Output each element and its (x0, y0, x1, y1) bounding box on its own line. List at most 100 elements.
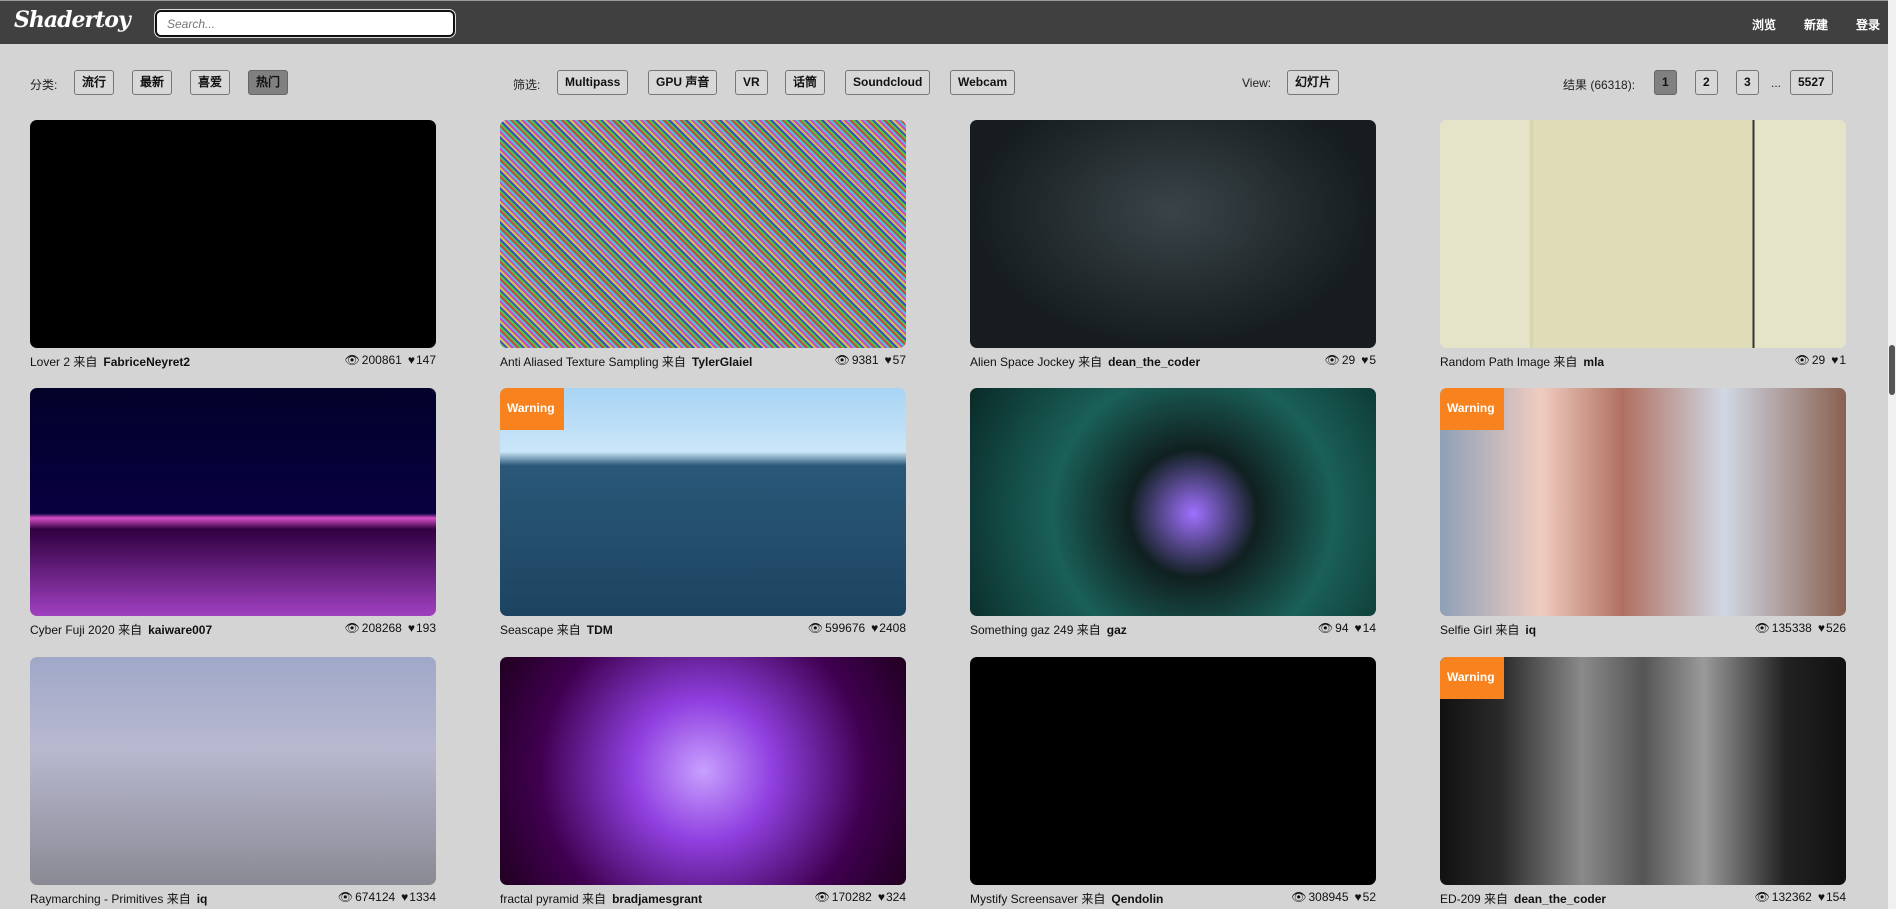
category-newest[interactable]: 最新 (132, 70, 173, 95)
by-label: 来自 (582, 892, 607, 906)
shader-author[interactable]: dean_the_coder (1108, 355, 1200, 369)
shader-thumbnail[interactable]: Warning (1440, 657, 1846, 885)
shader-thumbnail[interactable] (970, 657, 1376, 885)
filter-soundcloud[interactable]: Soundcloud (845, 70, 931, 95)
eye-icon: 👁 (814, 890, 830, 904)
view-count: 308945 (1308, 890, 1349, 904)
shader-author[interactable]: kaiware007 (148, 623, 212, 637)
shader-caption: Seascape 来自 TDM 👁 599676 ♥2408 (500, 619, 906, 639)
eye-icon: 👁 (1794, 353, 1810, 367)
category-love[interactable]: 喜爱 (190, 70, 231, 95)
eye-icon: 👁 (344, 353, 360, 367)
filter-vr[interactable]: VR (735, 70, 768, 95)
by-label: 来自 (556, 623, 581, 637)
scrollbar[interactable] (1888, 0, 1896, 909)
shader-card: Something gaz 249 来自 gaz 👁 94 ♥14 (970, 388, 1376, 639)
heart-icon: ♥ (1361, 353, 1369, 367)
shader-title[interactable]: ED-209 (1440, 892, 1481, 906)
filter-gpu-sound[interactable]: GPU 声音 (648, 70, 718, 95)
like-count: 154 (1825, 890, 1846, 904)
filter-microphone[interactable]: 话筒 (785, 70, 826, 95)
like-count: 57 (892, 353, 906, 367)
results-count: 结果 (66318): (1563, 78, 1636, 92)
shader-thumbnail[interactable] (30, 657, 436, 885)
like-count: 324 (885, 890, 906, 904)
like-count: 2408 (879, 621, 906, 635)
shader-title[interactable]: Seascape (500, 623, 553, 637)
page-2[interactable]: 2 (1695, 70, 1718, 95)
top-bar: Shadertoy 浏览 新建 登录 (0, 0, 1888, 44)
shader-thumbnail[interactable] (30, 120, 436, 348)
slideshow-button[interactable]: 幻灯片 (1287, 70, 1340, 95)
shader-title[interactable]: Something gaz 249 (970, 623, 1073, 637)
shader-thumbnail[interactable]: Warning (1440, 388, 1846, 616)
view-count: 29 (1811, 353, 1826, 367)
nav-browse[interactable]: 浏览 (1752, 16, 1776, 33)
category-popular[interactable]: 流行 (74, 70, 115, 95)
shader-author[interactable]: bradjamesgrant (612, 892, 702, 906)
shader-title[interactable]: Mystify Screensaver (970, 892, 1078, 906)
shader-caption: Lover 2 来自 FabriceNeyret2 👁 200861 ♥147 (30, 351, 436, 371)
shader-thumbnail[interactable] (500, 120, 906, 348)
eye-icon: 👁 (1317, 621, 1334, 635)
shader-author[interactable]: FabriceNeyret2 (103, 355, 190, 369)
category-hot[interactable]: 热门 (248, 70, 289, 95)
heart-icon: ♥ (1817, 890, 1825, 904)
shader-author[interactable]: mla (1583, 355, 1604, 369)
shader-author[interactable]: Qendolin (1111, 892, 1163, 906)
shader-thumbnail[interactable] (500, 657, 906, 885)
search-input[interactable] (154, 9, 456, 38)
shader-title[interactable]: Raymarching - Primitives (30, 892, 163, 906)
shader-title[interactable]: Random Path Image (1440, 355, 1550, 369)
heart-icon: ♥ (1817, 621, 1825, 635)
page-3[interactable]: 3 (1736, 70, 1759, 95)
shader-caption: Something gaz 249 来自 gaz 👁 94 ♥14 (970, 619, 1376, 639)
shader-thumbnail[interactable] (970, 120, 1376, 348)
like-count: 14 (1362, 621, 1376, 635)
shader-title[interactable]: Selfie Girl (1440, 623, 1492, 637)
shader-card: Warning Selfie Girl 来自 iq 👁 135338 ♥526 (1440, 388, 1846, 639)
shader-author[interactable]: TylerGlaiel (692, 355, 752, 369)
shader-thumbnail[interactable] (30, 388, 436, 616)
nav-new[interactable]: 新建 (1804, 16, 1828, 33)
shadertoy-logo[interactable]: Shadertoy (14, 7, 131, 33)
shader-card: Alien Space Jockey 来自 dean_the_coder 👁 29 ♥… (970, 120, 1376, 371)
shader-card: Mystify Screensaver 来自 Qendolin 👁 308945 ♥5… (970, 657, 1376, 908)
shader-author[interactable]: TDM (587, 623, 613, 637)
by-label: 来自 (1484, 892, 1509, 906)
heart-icon: ♥ (407, 621, 415, 635)
shader-author[interactable]: gaz (1107, 623, 1127, 637)
heart-icon: ♥ (407, 353, 415, 367)
shader-author[interactable]: iq (1525, 623, 1536, 637)
shader-author[interactable]: iq (197, 892, 208, 906)
shader-title[interactable]: Alien Space Jockey (970, 355, 1075, 369)
category-label: 分类: (30, 78, 58, 92)
shader-thumbnail[interactable] (1440, 120, 1846, 348)
shader-title[interactable]: fractal pyramid (500, 892, 579, 906)
eye-icon: 👁 (1324, 353, 1340, 367)
shader-title[interactable]: Anti Aliased Texture Sampling (500, 355, 659, 369)
shader-card: Random Path Image 来自 mla 👁 29 ♥1 (1440, 120, 1846, 371)
shader-author[interactable]: dean_the_coder (1514, 892, 1606, 906)
shader-card: Anti Aliased Texture Sampling 来自 TylerGla… (500, 120, 906, 371)
like-count: 5 (1369, 353, 1376, 367)
eye-icon: 👁 (834, 353, 850, 367)
filter-multipass[interactable]: Multipass (557, 70, 629, 95)
page-1[interactable]: 1 (1654, 70, 1677, 95)
eye-icon: 👁 (1754, 890, 1770, 904)
shader-thumbnail[interactable] (970, 388, 1376, 616)
view-count: 208268 (361, 621, 402, 635)
scrollbar-thumb[interactable] (1889, 345, 1895, 395)
shader-title[interactable]: Lover 2 (30, 355, 70, 369)
like-count: 52 (1362, 890, 1376, 904)
view-count: 674124 (355, 890, 396, 904)
shader-title[interactable]: Cyber Fuji 2020 (30, 623, 115, 637)
by-label: 来自 (1078, 355, 1103, 369)
shader-thumbnail[interactable]: Warning (500, 388, 906, 616)
nav-login[interactable]: 登录 (1856, 16, 1880, 33)
filter-webcam[interactable]: Webcam (950, 70, 1016, 95)
shader-card: Warning ED-209 来自 dean_the_coder 👁 132362 ♥… (1440, 657, 1846, 908)
shader-caption: Cyber Fuji 2020 来自 kaiware007 👁 208268 ♥193 (30, 619, 436, 639)
by-label: 来自 (1495, 623, 1520, 637)
page-last[interactable]: 5527 (1790, 70, 1833, 95)
